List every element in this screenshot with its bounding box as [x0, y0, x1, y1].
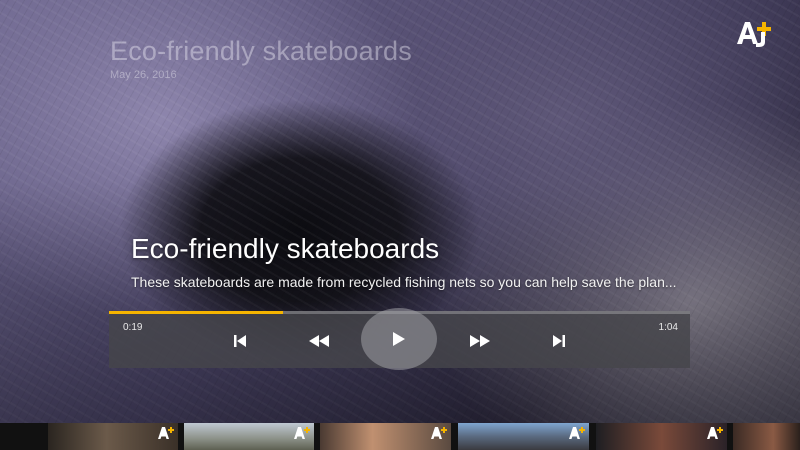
video-thumbnail[interactable]	[48, 423, 178, 450]
video-thumbnail[interactable]	[184, 423, 314, 450]
video-description: These skateboards are made from recycled…	[131, 274, 677, 290]
related-videos-strip	[0, 423, 800, 450]
video-thumbnail[interactable]	[458, 423, 589, 450]
skip-next-icon	[553, 335, 565, 347]
video-thumbnail[interactable]	[320, 423, 451, 450]
video-title: Eco-friendly skateboards	[131, 233, 440, 264]
background-date: May 26, 2016	[110, 69, 177, 81]
video-thumbnail[interactable]	[596, 423, 727, 450]
current-time: 0:19	[123, 322, 143, 333]
background-vignette	[0, 0, 800, 450]
skip-previous-icon	[234, 335, 246, 347]
video-thumbnail[interactable]	[733, 423, 800, 450]
tv-screen: Eco-friendly skateboards May 26, 2016 Ec…	[0, 0, 800, 450]
aj-plus-badge-icon	[707, 427, 723, 439]
player-controls-bar: 0:19 1:04	[109, 308, 690, 370]
aj-plus-badge-icon	[294, 427, 310, 439]
skip-previous-button[interactable]	[226, 329, 254, 353]
aj-plus-badge-icon	[158, 427, 174, 439]
skip-next-button[interactable]	[545, 329, 573, 353]
background-title: Eco-friendly skateboards	[110, 36, 412, 66]
rewind-icon	[309, 335, 329, 347]
aj-plus-logo	[734, 18, 774, 48]
fast-forward-icon	[470, 335, 490, 347]
rewind-button[interactable]	[305, 329, 333, 353]
aj-plus-badge-icon	[431, 427, 447, 439]
progress-bar-fill	[109, 311, 284, 314]
play-button[interactable]	[361, 308, 437, 370]
duration-time: 1:04	[658, 322, 678, 333]
play-icon	[393, 332, 405, 346]
fast-forward-button[interactable]	[466, 329, 494, 353]
aj-plus-badge-icon	[569, 427, 585, 439]
